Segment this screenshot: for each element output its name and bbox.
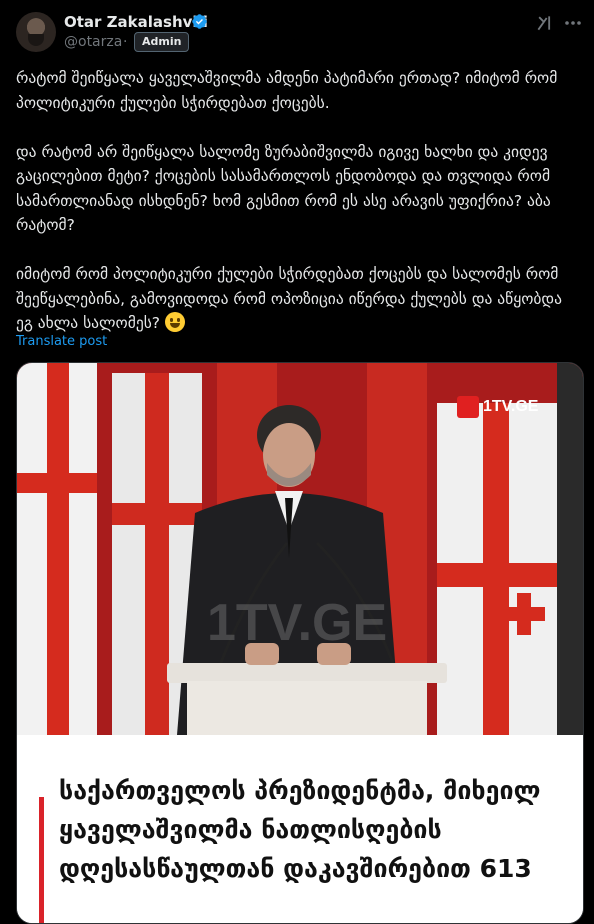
channel-logo: 1TV.GE <box>457 395 538 419</box>
post-media-card[interactable]: 1TV.GE 1TV.GE საქართველოს პრეზიდენტმა, მ… <box>16 362 584 924</box>
admin-badge[interactable]: Admin <box>134 32 190 52</box>
headline-accent-bar <box>39 797 44 923</box>
author-handle[interactable]: @otarza <box>64 34 122 50</box>
grok-icon[interactable] <box>535 13 555 33</box>
post-paragraph-2: და რატომ არ შეიწყალა სალომე ზურაბიშვილმა… <box>16 142 551 235</box>
handle-separator: · <box>123 34 128 50</box>
grinning-face-emoji-icon <box>164 312 185 332</box>
post-paragraph-1: რატომ შეიწყალა ყაველაშვილმა ამდენი პატიმ… <box>16 69 558 112</box>
author-display-name[interactable]: Otar Zakalashvili <box>64 13 208 31</box>
translate-post-link[interactable]: Translate post <box>16 334 107 349</box>
more-options-icon[interactable] <box>562 13 584 33</box>
post-body: რატომ შეიწყალა ყაველაშვილმა ამდენი პატიმ… <box>16 66 578 336</box>
post-header: Otar Zakalashvili @otarza · Admin <box>0 0 594 64</box>
article-headline-area: საქართველოს პრეზიდენტმა, მიხეილ ყაველაშვ… <box>17 735 583 923</box>
author-avatar[interactable] <box>16 12 56 52</box>
channel-watermark: 1TV.GE <box>207 594 388 652</box>
channel-logo-icon <box>457 396 479 418</box>
post-paragraph-3: იმიტომ რომ პოლიტიკური ქულები სჭირდებათ ქ… <box>16 265 562 332</box>
post-photo[interactable]: 1TV.GE 1TV.GE <box>17 363 583 735</box>
verified-badge-icon[interactable] <box>191 13 208 30</box>
article-headline: საქართველოს პრეზიდენტმა, მიხეილ ყაველაშვ… <box>59 776 541 883</box>
channel-logo-text: 1TV.GE <box>483 398 539 415</box>
